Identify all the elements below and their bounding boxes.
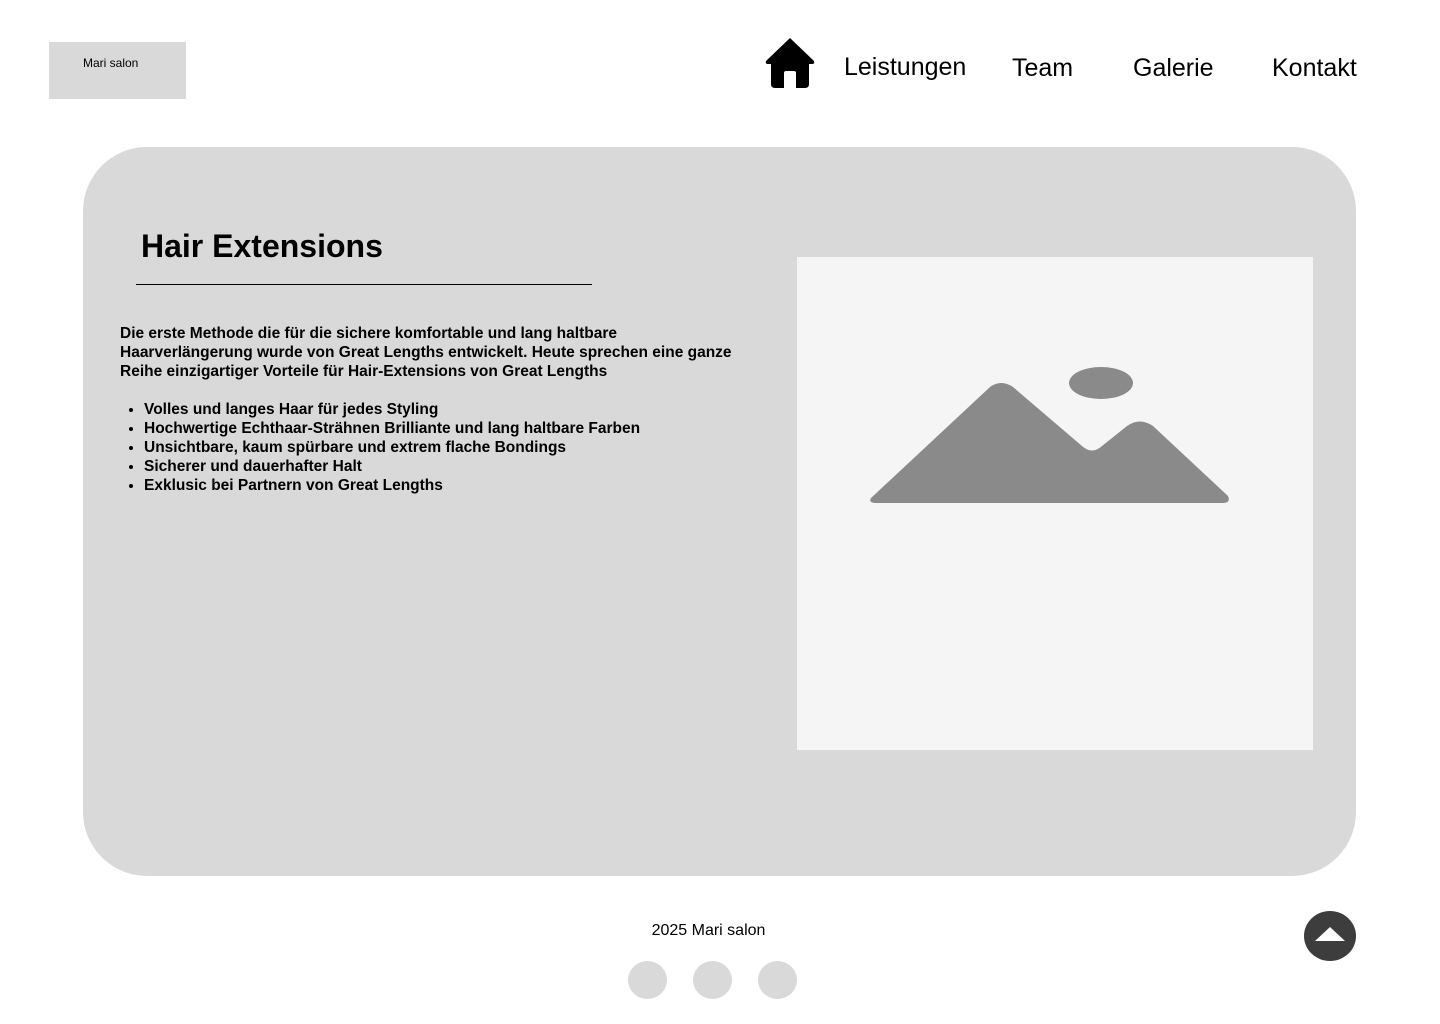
benefit-item: Hochwertige Echthaar-Strähnen Brilliante… (144, 419, 764, 438)
logo-text: Mari salon (83, 56, 139, 70)
copyright-text: 2025 Mari salon (651, 922, 766, 939)
image-placeholder-icon (870, 367, 1229, 503)
image-placeholder (797, 257, 1313, 750)
nav-link-kontakt[interactable]: Kontakt (1272, 53, 1357, 83)
benefits-list: Volles und langes Haar für jedes Styling… (120, 400, 764, 495)
content-card: Hair Extensions Die erste Methode die fü… (83, 147, 1356, 876)
home-icon-graphic (765, 38, 815, 88)
title-divider (136, 284, 592, 285)
social-icon-1[interactable] (628, 961, 667, 999)
nav-link-team[interactable]: Team (1012, 53, 1073, 83)
logo[interactable]: Mari salon (49, 42, 186, 99)
social-icon-2[interactable] (693, 961, 732, 999)
benefit-item: Exklusic bei Partnern von Great Lengths (144, 476, 764, 495)
page-title: Hair Extensions (141, 228, 383, 264)
page: Mari salon Leistungen Team Galerie Konta… (0, 0, 1440, 1024)
benefit-item: Volles und langes Haar für jedes Styling (144, 400, 764, 419)
chevron-up-icon (1315, 927, 1345, 941)
home-icon[interactable] (765, 37, 815, 88)
intro-text: Die erste Methode die für die sichere ko… (120, 325, 732, 380)
benefit-item: Unsichtbare, kaum spürbare und extrem fl… (144, 438, 764, 457)
nav-link-galerie[interactable]: Galerie (1133, 53, 1214, 83)
benefit-item: Sicherer und dauerhafter Halt (144, 457, 764, 476)
social-icon-3[interactable] (758, 961, 797, 999)
scroll-to-top-button[interactable] (1304, 911, 1356, 961)
nav-link-leistungen[interactable]: Leistungen (844, 52, 966, 82)
